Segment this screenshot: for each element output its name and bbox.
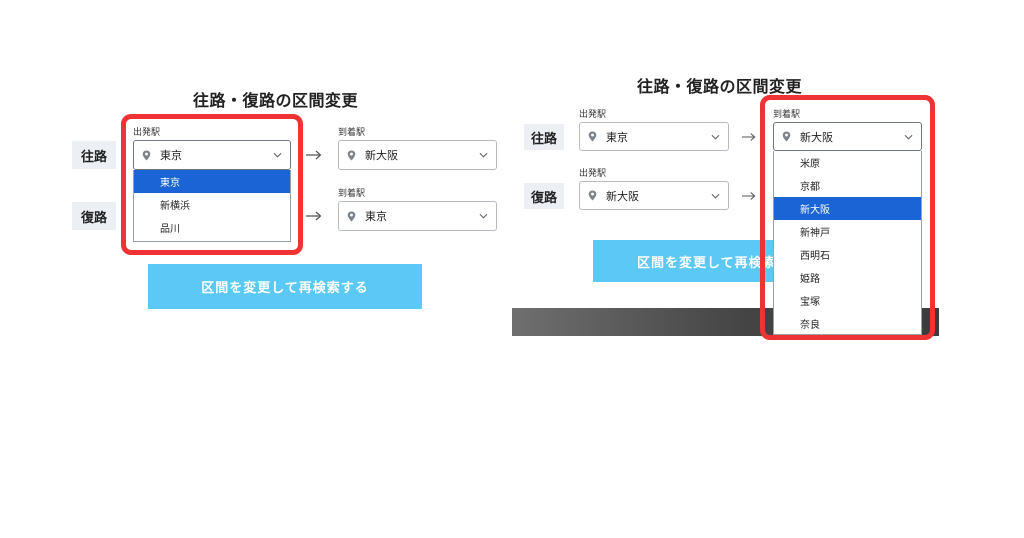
right-arrow-icon — [306, 211, 322, 221]
left-research-button[interactable]: 区間を変更して再検索する — [148, 264, 422, 309]
right-outbound-from-select[interactable]: 東京 — [579, 122, 729, 151]
right-highlight-box — [760, 95, 935, 340]
left-outbound-label: 往路 — [72, 141, 116, 169]
left-outbound-to-select[interactable]: 新大阪 — [338, 140, 497, 170]
right-outbound-from-value: 東京 — [606, 130, 628, 144]
left-section-title: 往路・復路の区間変更 — [193, 91, 359, 110]
chevron-down-icon — [479, 213, 488, 219]
right-section-title: 往路・復路の区間変更 — [637, 77, 803, 96]
left-return-label: 復路 — [72, 202, 116, 230]
left-highlight-box — [121, 114, 303, 255]
left-return-to-select[interactable]: 東京 — [338, 201, 497, 231]
location-pin-icon — [588, 190, 597, 201]
right-arrow-icon — [742, 192, 756, 200]
chevron-down-icon — [711, 193, 720, 199]
right-return-from-value: 新大阪 — [606, 189, 639, 203]
location-pin-icon — [347, 150, 356, 160]
left-outbound-to-label: 到着駅 — [338, 128, 366, 138]
right-arrow-icon — [742, 133, 756, 141]
right-outbound-from-label: 出発駅 — [579, 110, 607, 120]
right-return-label: 復路 — [524, 183, 564, 209]
left-return-to-label: 到着駅 — [338, 189, 366, 199]
right-return-from-select[interactable]: 新大阪 — [579, 181, 729, 210]
chevron-down-icon — [711, 134, 720, 140]
right-research-button[interactable]: 区間を変更して再検索する — [593, 240, 788, 282]
location-pin-icon — [347, 211, 356, 221]
location-pin-icon — [588, 131, 597, 142]
left-return-to-value: 東京 — [365, 210, 387, 223]
right-return-from-label: 出発駅 — [579, 169, 607, 179]
right-arrow-icon — [306, 150, 322, 160]
chevron-down-icon — [479, 152, 488, 158]
right-outbound-label: 往路 — [524, 124, 564, 150]
left-outbound-to-value: 新大阪 — [365, 149, 398, 162]
